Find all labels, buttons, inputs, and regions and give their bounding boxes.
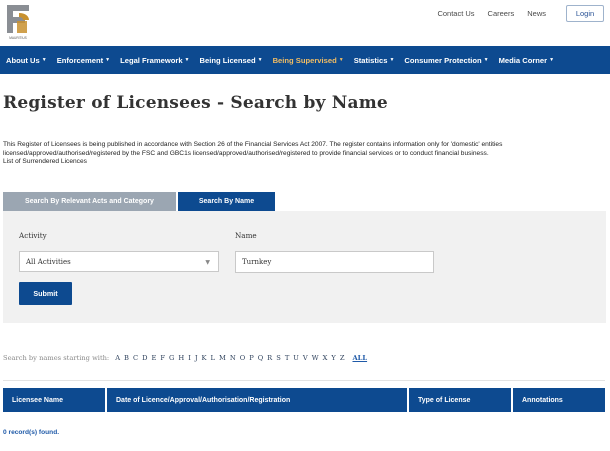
- alphabet-letter-b[interactable]: B: [124, 354, 129, 362]
- alphabet-all-link[interactable]: ALL: [352, 354, 367, 362]
- alphabet-letter-f[interactable]: F: [160, 354, 165, 362]
- nav-label: Statistics: [353, 55, 388, 65]
- caret-down-icon: ▼: [105, 57, 111, 63]
- caret-down-icon: ▼: [483, 57, 489, 63]
- nav-label: Being Supervised: [272, 55, 337, 65]
- alphabet-letter-i[interactable]: I: [188, 354, 191, 362]
- column-licensee-name[interactable]: Licensee Name: [3, 388, 105, 412]
- column-type-of-license[interactable]: Type of License: [409, 388, 511, 412]
- submit-button[interactable]: Submit: [19, 282, 72, 305]
- alphabet-letter-n[interactable]: N: [230, 354, 236, 362]
- fsc-logo[interactable]: MAURITIUS: [3, 3, 33, 41]
- search-tabs: Search By Relevant Acts and Category Sea…: [3, 192, 275, 211]
- caret-down-icon: ▼: [389, 57, 395, 63]
- activity-select-value: All Activities: [26, 257, 71, 266]
- nav-item-enforcement[interactable]: Enforcement ▼: [57, 56, 110, 65]
- name-input[interactable]: Turnkey: [235, 251, 434, 273]
- nav-item-being-supervised[interactable]: Being Supervised ▼: [273, 56, 344, 65]
- alphabet-letter-w[interactable]: W: [312, 354, 319, 362]
- activity-select[interactable]: All Activities ▼: [19, 251, 219, 272]
- intro-text: This Register of Licensees is being publ…: [3, 141, 603, 167]
- nav-label: Media Corner: [498, 55, 548, 65]
- name-input-value: Turnkey: [242, 258, 272, 266]
- alphabet-letter-q[interactable]: Q: [258, 354, 263, 362]
- alphabet-letter-v[interactable]: V: [303, 354, 308, 362]
- nav-label: Legal Framework: [120, 55, 183, 65]
- alphabet-letter-x[interactable]: X: [323, 354, 328, 362]
- fsc-logo-icon: MAURITIUS: [7, 5, 29, 40]
- alphabet-letter-m[interactable]: M: [219, 354, 226, 362]
- caret-down-icon: ▼: [184, 57, 190, 63]
- nav-label: Consumer Protection: [404, 55, 482, 65]
- nav-item-legal-framework[interactable]: Legal Framework ▼: [120, 56, 189, 65]
- tab-search-by-acts[interactable]: Search By Relevant Acts and Category: [3, 192, 176, 211]
- alphabet-letter-a[interactable]: A: [115, 354, 120, 362]
- alphabet-letter-j[interactable]: J: [195, 354, 198, 362]
- alphabet-letter-z[interactable]: Z: [340, 354, 345, 362]
- alphabet-letter-u[interactable]: U: [293, 354, 299, 362]
- svg-text:MAURITIUS: MAURITIUS: [9, 36, 27, 40]
- tab-search-by-name[interactable]: Search By Name: [178, 192, 275, 211]
- news-link[interactable]: News: [527, 9, 546, 18]
- careers-link[interactable]: Careers: [488, 9, 515, 18]
- nav-item-being-licensed[interactable]: Being Licensed ▼: [200, 56, 263, 65]
- alphabet-letter-g[interactable]: G: [169, 354, 174, 362]
- alphabet-filter: Search by names starting with: ABCDEFGHI…: [3, 354, 367, 362]
- alphabet-letters: A B C D E F G H I J K L M N O P Q R S T U V W X Y Z ALL: [115, 354, 367, 362]
- nav-label: Being Licensed: [199, 55, 256, 65]
- alphabet-letter-k[interactable]: K: [202, 354, 207, 362]
- caret-down-icon: ▼: [257, 57, 263, 63]
- nav-item-about-us[interactable]: About Us ▼: [6, 56, 47, 65]
- alphabet-letter-l[interactable]: L: [211, 354, 215, 362]
- alphabet-letter-o[interactable]: O: [240, 354, 245, 362]
- alphabet-letter-s[interactable]: S: [276, 354, 281, 362]
- dropdown-arrow-icon: ▼: [205, 259, 210, 266]
- contact-us-link[interactable]: Contact Us: [437, 9, 474, 18]
- nav-item-statistics[interactable]: Statistics ▼: [354, 56, 395, 65]
- alphabet-letter-y[interactable]: Y: [331, 354, 335, 362]
- main-nav: About Us ▼ Enforcement ▼ Legal Framework ▼ …: [0, 46, 610, 74]
- column-annotations[interactable]: Annotations: [513, 388, 605, 412]
- page-title: Register of Licensees - Search by Name: [3, 93, 388, 113]
- login-button[interactable]: Login: [566, 5, 604, 22]
- alphabet-letter-e[interactable]: E: [151, 354, 156, 362]
- nav-item-consumer-protection[interactable]: Consumer Protection ▼: [404, 56, 488, 65]
- records-count: 0 record(s) found.: [3, 429, 60, 436]
- alphabet-letter-r[interactable]: R: [267, 354, 272, 362]
- activity-label: Activity: [19, 231, 47, 240]
- intro-line: licensed/approved/authorised/registered …: [3, 149, 489, 157]
- surrendered-licences-link[interactable]: List of Surrendered Licences: [3, 158, 603, 167]
- alphabet-letter-h[interactable]: H: [178, 354, 184, 362]
- nav-item-media-corner[interactable]: Media Corner ▼: [499, 56, 554, 65]
- alphabet-letter-p[interactable]: P: [249, 354, 254, 362]
- name-label: Name: [235, 231, 257, 240]
- results-table-header: Licensee Name Date of Licence/Approval/A…: [3, 388, 605, 412]
- nav-label: About Us: [6, 55, 40, 65]
- caret-down-icon: ▼: [549, 57, 555, 63]
- alphabet-label: Search by names starting with:: [3, 354, 110, 362]
- alphabet-letter-c[interactable]: C: [133, 354, 138, 362]
- alphabet-letter-d[interactable]: D: [142, 354, 147, 362]
- column-date-of-licence[interactable]: Date of Licence/Approval/Authorisation/R…: [107, 388, 407, 412]
- divider: [3, 380, 605, 381]
- nav-label: Enforcement: [56, 55, 104, 65]
- site-header: MAURITIUS Contact Us Careers News Login: [0, 0, 610, 45]
- caret-down-icon: ▼: [41, 57, 47, 63]
- caret-down-icon: ▼: [338, 57, 344, 63]
- alphabet-letter-t[interactable]: T: [285, 354, 289, 362]
- intro-line: This Register of Licensees is being publ…: [3, 141, 503, 148]
- search-panel: Activity Name All Activities ▼ Turnkey S…: [3, 211, 606, 323]
- top-links: Contact Us Careers News: [437, 9, 546, 18]
